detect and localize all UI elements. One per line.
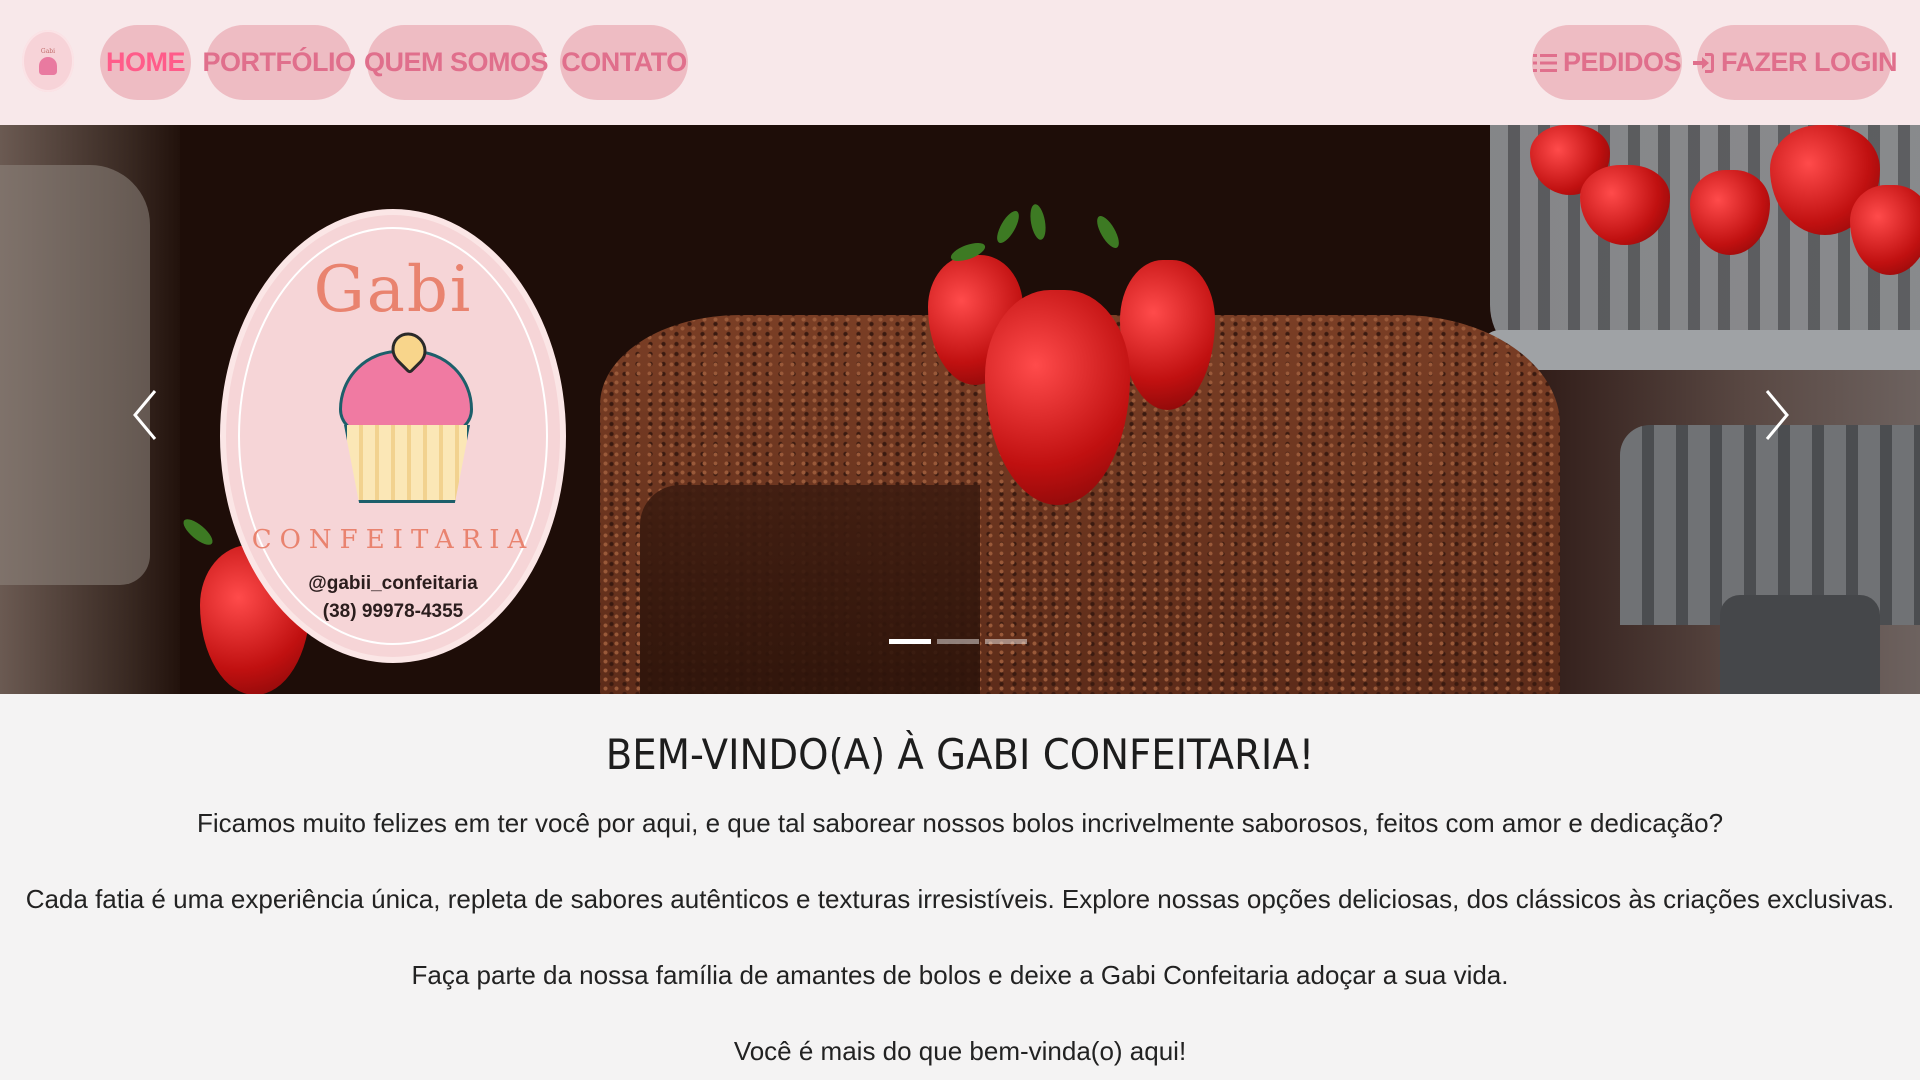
- cupcake-wrapper-icon: [344, 425, 470, 503]
- nav-contato-label: CONTATO: [561, 47, 687, 77]
- list-icon: [1532, 52, 1557, 74]
- carousel-indicator-3[interactable]: [985, 639, 1027, 644]
- nav-quem-somos[interactable]: QUEM SOMOS: [364, 25, 549, 100]
- nav-quem-somos-label: QUEM SOMOS: [364, 47, 549, 77]
- carousel-indicators: [889, 639, 1027, 644]
- leaf: [1027, 203, 1049, 241]
- leaf: [1092, 212, 1124, 252]
- welcome-paragraph-4: Você é mais do que bem-vinda(o) aqui!: [733, 1036, 1187, 1066]
- background-pillow: [0, 165, 150, 585]
- welcome-paragraph-2: Cada fatia é uma experiência única, repl…: [25, 884, 1895, 914]
- hero-carousel: Gabi CONFEITARIA @gabii_confeitaria (38)…: [0, 125, 1920, 694]
- orders-button[interactable]: PEDIDOS: [1532, 25, 1682, 100]
- logo-subtitle: CONFEITARIA: [251, 525, 535, 555]
- chevron-left-icon: [133, 390, 157, 440]
- carousel-indicator-1[interactable]: [889, 639, 931, 644]
- nav-home[interactable]: HOME: [100, 25, 191, 100]
- welcome-paragraph-3: Faça parte da nossa família de amantes d…: [411, 960, 1509, 990]
- carousel-next-button[interactable]: [1752, 380, 1802, 450]
- welcome-paragraph-1: Ficamos muito felizes em ter você por aq…: [196, 808, 1724, 838]
- welcome-section: BEM-VINDO(A) À GABI CONFEITARIA! Ficamos…: [0, 694, 1920, 1080]
- logo-mini-text: Gabi: [40, 47, 56, 55]
- leaf: [992, 207, 1024, 247]
- login-button[interactable]: FAZER LOGIN: [1693, 25, 1898, 100]
- sign-in-icon: [1691, 51, 1715, 75]
- leaf: [179, 515, 217, 549]
- brand-logo[interactable]: Gabi: [22, 30, 74, 92]
- nav-home-label: HOME: [106, 47, 186, 77]
- welcome-title: BEM-VINDO(A) À GABI CONFEITARIA!: [605, 730, 1315, 779]
- cake-stand-rim: [1480, 330, 1920, 370]
- nav-contato[interactable]: CONTATO: [560, 25, 688, 100]
- nav-portfolio[interactable]: PORTFÓLIO: [203, 25, 356, 100]
- carousel-prev-button[interactable]: [120, 380, 170, 450]
- cake-stand-stem: [1720, 595, 1880, 694]
- logo-phone: (38) 99978-4355: [322, 601, 464, 622]
- chevron-right-icon: [1765, 390, 1789, 440]
- cupcake-icon: [39, 56, 57, 75]
- hero-logo-badge: Gabi CONFEITARIA @gabii_confeitaria (38)…: [220, 209, 566, 663]
- cake-slice-cut: [640, 485, 980, 694]
- logo-handle: @gabii_confeitaria: [308, 573, 478, 594]
- orders-label: PEDIDOS: [1562, 47, 1682, 77]
- logo-brand-text: Gabi: [313, 253, 473, 327]
- carousel-indicator-2[interactable]: [937, 639, 979, 644]
- login-label: FAZER LOGIN: [1721, 47, 1898, 77]
- nav-portfolio-label: PORTFÓLIO: [202, 47, 357, 77]
- navbar: Gabi HOME PORTFÓLIO QUEM SOMOS CONTATO P…: [0, 0, 1920, 125]
